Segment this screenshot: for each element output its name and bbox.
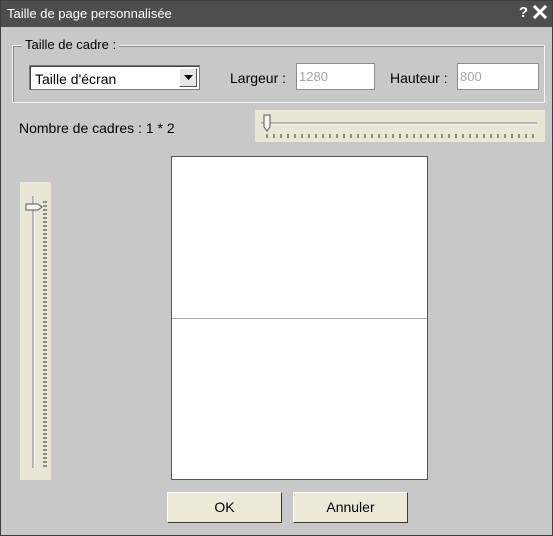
window-title: Taille de page personnalisée	[7, 6, 172, 21]
custom-page-size-dialog: Taille de page personnalisée ? Taille de…	[0, 0, 553, 536]
columns-slider-thumb[interactable]	[263, 114, 271, 132]
close-icon[interactable]	[532, 3, 548, 21]
chevron-down-icon	[184, 75, 193, 80]
frame-size-legend: Taille de cadre :	[22, 37, 120, 52]
dropdown-button[interactable]	[179, 68, 197, 87]
width-label: Largeur :	[230, 70, 287, 86]
help-icon[interactable]: ?	[519, 4, 528, 21]
rows-slider[interactable]	[20, 182, 51, 480]
height-label: Hauteur :	[390, 70, 448, 86]
frame-size-selected-value: Taille d'écran	[35, 71, 117, 87]
height-field[interactable]: 800	[457, 63, 539, 90]
cancel-button[interactable]: Annuler	[293, 492, 408, 523]
rows-slider-thumb[interactable]	[25, 203, 43, 211]
ok-button[interactable]: OK	[167, 492, 282, 523]
columns-slider[interactable]	[255, 110, 545, 142]
frame-count-label: Nombre de cadres : 1 * 2	[19, 120, 175, 136]
frame-size-dropdown[interactable]: Taille d'écran	[29, 65, 200, 90]
frame-divider	[172, 318, 427, 319]
width-field[interactable]: 1280	[296, 63, 375, 90]
page-preview	[171, 156, 428, 480]
title-bar[interactable]: Taille de page personnalisée ?	[1, 1, 552, 27]
